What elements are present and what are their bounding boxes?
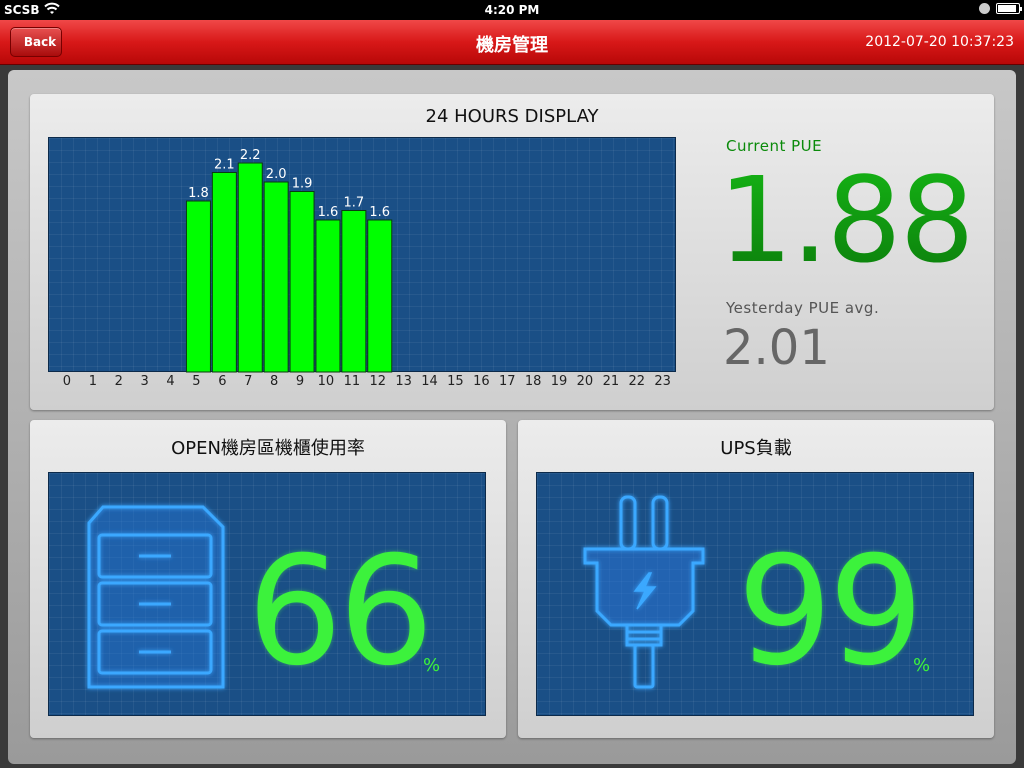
- rack-usage-unit: %: [423, 655, 441, 676]
- bar-value-label: 2.1: [214, 158, 235, 173]
- chart-bar: [341, 210, 367, 373]
- rack-usage-title: OPEN機房區機櫃使用率: [171, 438, 365, 459]
- rack-usage-display: 66 %: [48, 472, 486, 716]
- x-tick-label: 3: [140, 374, 149, 389]
- bar-value-label: 1.8: [188, 186, 209, 201]
- chart-bar: [211, 172, 237, 373]
- x-tick-label: 4: [166, 374, 175, 389]
- ups-load-unit: %: [913, 655, 931, 676]
- main-content: 24 HOURS DISPLAY 1.8 2.1 2.2 2.0 1.9 1.6 1.7 1.…: [8, 70, 1016, 764]
- rack-usage-panel: OPEN機房區機櫃使用率 66 %: [30, 420, 506, 738]
- chart-bar: [315, 219, 341, 373]
- x-tick-label: 6: [218, 374, 227, 389]
- battery-icon: [996, 3, 1022, 14]
- x-tick-label: 9: [295, 374, 305, 389]
- chart-bar: [185, 200, 211, 373]
- x-tick-label: 5: [192, 374, 201, 389]
- x-tick-label: 15: [447, 374, 464, 389]
- x-tick-label: 8: [270, 374, 279, 389]
- x-tick-label: 7: [244, 374, 253, 389]
- bar-value-label: 1.6: [369, 205, 390, 220]
- battery-indicator: [979, 3, 1022, 14]
- x-tick-label: 16: [473, 374, 490, 389]
- rotation-lock-icon: [979, 3, 990, 14]
- ups-load-value: 99: [737, 525, 924, 699]
- x-tick-label: 10: [317, 374, 335, 389]
- bar-value-label: 2.2: [240, 148, 261, 163]
- x-tick-label: 0: [62, 374, 72, 389]
- ups-load-display: 99 %: [536, 472, 974, 716]
- pue-panel: 24 HOURS DISPLAY 1.8 2.1 2.2 2.0 1.9 1.6 1.7 1.…: [30, 94, 994, 410]
- chart-bar: [289, 191, 315, 373]
- chart-title: 24 HOURS DISPLAY: [425, 106, 599, 127]
- chart-canvas: 1.8 2.1 2.2 2.0 1.9 1.6 1.7 1.6: [185, 148, 393, 373]
- current-pue-value: 1.88: [718, 151, 975, 289]
- chart-bar: [237, 162, 263, 373]
- x-tick-label: 17: [498, 374, 516, 389]
- bar-value-label: 1.9: [292, 177, 313, 192]
- bar-value-label: 1.7: [344, 196, 365, 211]
- timestamp: 2012-07-20 10:37:23: [865, 34, 1014, 50]
- x-tick-label: 14: [421, 374, 438, 389]
- bar-value-label: 2.0: [266, 167, 287, 182]
- x-tick-label: 2: [114, 374, 123, 389]
- chart-bar: [263, 181, 289, 373]
- x-tick-label: 11: [343, 374, 361, 389]
- x-tick-label: 19: [550, 374, 568, 389]
- x-tick-label: 18: [524, 374, 542, 389]
- status-bar: SCSB 4:20 PM: [0, 0, 1024, 20]
- cabinet-icon: [87, 505, 225, 689]
- rack-usage-value: 66: [247, 525, 434, 699]
- x-tick-label: 23: [654, 374, 671, 389]
- ups-load-title: UPS負載: [720, 438, 792, 459]
- x-tick-label: 22: [628, 374, 646, 389]
- x-tick-label: 20: [576, 374, 594, 389]
- yesterday-pue-value: 2.01: [723, 320, 830, 376]
- navigation-bar: Back 機房管理 2012-07-20 10:37:23: [0, 20, 1024, 65]
- ups-load-panel: UPS負載 99 %: [518, 420, 994, 738]
- power-plug-icon: [583, 495, 705, 689]
- x-tick-label: 13: [395, 374, 412, 389]
- x-tick-label: 21: [602, 374, 620, 389]
- x-tick-label: 12: [369, 374, 387, 389]
- chart-x-axis: 0 1 2 3 4 5 6 7 8 9 10 11 12 13 14 15 16 17 18 19 20 21 22 23: [48, 374, 676, 390]
- pue-bar-chart: 1.8 2.1 2.2 2.0 1.9 1.6 1.7 1.6: [48, 137, 676, 373]
- yesterday-pue-label: Yesterday PUE avg.: [726, 299, 880, 317]
- x-tick-label: 1: [88, 374, 97, 389]
- bar-value-label: 1.6: [318, 205, 339, 220]
- status-time: 4:20 PM: [484, 3, 540, 17]
- chart-bar: [367, 219, 393, 373]
